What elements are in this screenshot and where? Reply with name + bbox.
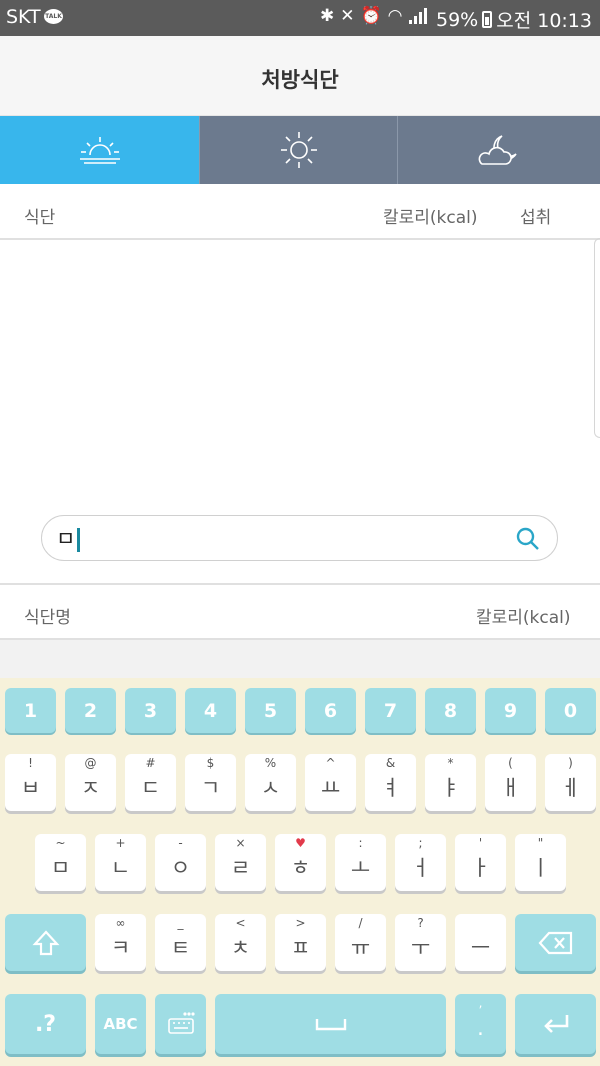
key-1[interactable]: 1 [5,688,56,733]
key-7[interactable]: 7 [365,688,416,733]
backspace-key[interactable] [515,914,596,971]
sunrise-icon [79,137,120,164]
text-cursor [77,528,80,552]
status-bar: SKT TALK ✱ ✕ ⏰ ◠ 59% 오전 10:13 [0,0,600,36]
search-icon[interactable] [515,526,541,552]
space-key[interactable] [215,994,446,1054]
key-siot[interactable]: % ㅅ [245,754,296,811]
tab-dinner[interactable] [397,116,600,184]
space-icon [315,1019,346,1031]
key-i[interactable]: " ㅣ [515,834,566,891]
key-yeo[interactable]: & ㅕ [365,754,416,811]
meal-time-tabs [0,116,600,184]
page-title: 처방식단 [261,68,339,92]
key-o[interactable]: :ㅗ [335,834,386,891]
key-tieut[interactable]: _ ㅌ [155,914,206,971]
bluetooth-icon: ✱ [320,6,335,26]
scroll-indicator[interactable] [594,238,600,438]
period-key[interactable]: ,. [455,994,506,1054]
key-bieup[interactable]: ! ㅂ [5,754,56,811]
key-hieut[interactable]: ♥ ㅎ [275,834,326,891]
result-list-area [0,640,600,678]
signal-icon [408,8,427,24]
key-yu[interactable]: / ㅠ [335,914,386,971]
clock: 오전 10:13 [496,10,592,32]
key-jieut[interactable]: @ ㅈ [65,754,116,811]
key-eu[interactable]: ㅡ [455,914,506,971]
key-3[interactable]: 3 [125,688,176,733]
tab-breakfast[interactable] [0,116,199,184]
shift-icon [31,929,60,955]
moon-cloud-icon [478,135,517,165]
key-a[interactable]: ' ㅏ [455,834,506,891]
key-9[interactable]: 9 [485,688,536,733]
kakaotalk-notification-icon: TALK [44,9,63,24]
meal-table-header: 식단 칼로리(kcal) 섭취 [0,184,600,240]
backspace-icon [538,931,572,954]
key-u[interactable]: ? ㅜ [395,914,446,971]
key-rieul[interactable]: × ㄹ [215,834,266,891]
key-8[interactable]: 8 [425,688,476,733]
key-ieung[interactable]: -ㅇ [155,834,206,891]
key-giyeok[interactable]: $ ㄱ [185,754,236,811]
keyboard: 1 2 3 4 5 6 7 8 9 0 ! ㅂ @ ㅈ # ㄷ $ ㄱ % ㅅ ^ ㅛ & ㅕ… [0,678,600,1066]
mute-icon: ✕ [340,6,355,26]
wifi-icon: ◠ [387,6,403,26]
keyboard-icon [167,1012,195,1034]
abc-key[interactable]: ABC [95,994,146,1054]
key-chieut[interactable]: < ㅊ [215,914,266,971]
key-digeut[interactable]: # ㄷ [125,754,176,811]
key-ae[interactable]: (ㅐ [485,754,536,811]
shift-key[interactable] [5,914,86,971]
column-intake: 섭취 [520,208,552,228]
key-yo[interactable]: ^ ㅛ [305,754,356,811]
keyboard-settings-key[interactable] [155,994,206,1054]
battery-percent: 59% [436,8,479,31]
tab-lunch[interactable] [199,116,397,184]
search-input[interactable] [56,522,496,554]
carrier-label: SKT [6,6,41,28]
enter-icon [543,1015,568,1033]
column-calories: 칼로리(kcal) [383,208,478,228]
battery-icon [482,11,493,28]
symbols-key[interactable]: .? [5,994,86,1054]
column-food-name: 식단명 [24,608,71,628]
search-result-header: 식단명 칼로리(kcal) [0,583,600,640]
food-search-bar [41,515,558,561]
key-5[interactable]: 5 [245,688,296,733]
key-0[interactable]: 0 [545,688,596,733]
key-mieum[interactable]: ~ ㅁ [35,834,86,891]
alarm-icon: ⏰ [360,6,382,26]
key-kieuk[interactable]: ∞ ㅋ [95,914,146,971]
key-nieun[interactable]: + ㄴ [95,834,146,891]
enter-key[interactable] [515,994,596,1054]
key-6[interactable]: 6 [305,688,356,733]
key-eo[interactable]: ; ㅓ [395,834,446,891]
key-4[interactable]: 4 [185,688,236,733]
heart-icon: ♥ [295,836,306,850]
sun-icon [280,132,317,168]
key-2[interactable]: 2 [65,688,116,733]
column-result-calories: 칼로리(kcal) [476,608,571,628]
column-food: 식단 [24,208,56,228]
app-header: 처방식단 [0,36,600,116]
key-e[interactable]: ) ㅔ [545,754,596,811]
key-pieup[interactable]: > ㅍ [275,914,326,971]
key-ya[interactable]: * ㅑ [425,754,476,811]
